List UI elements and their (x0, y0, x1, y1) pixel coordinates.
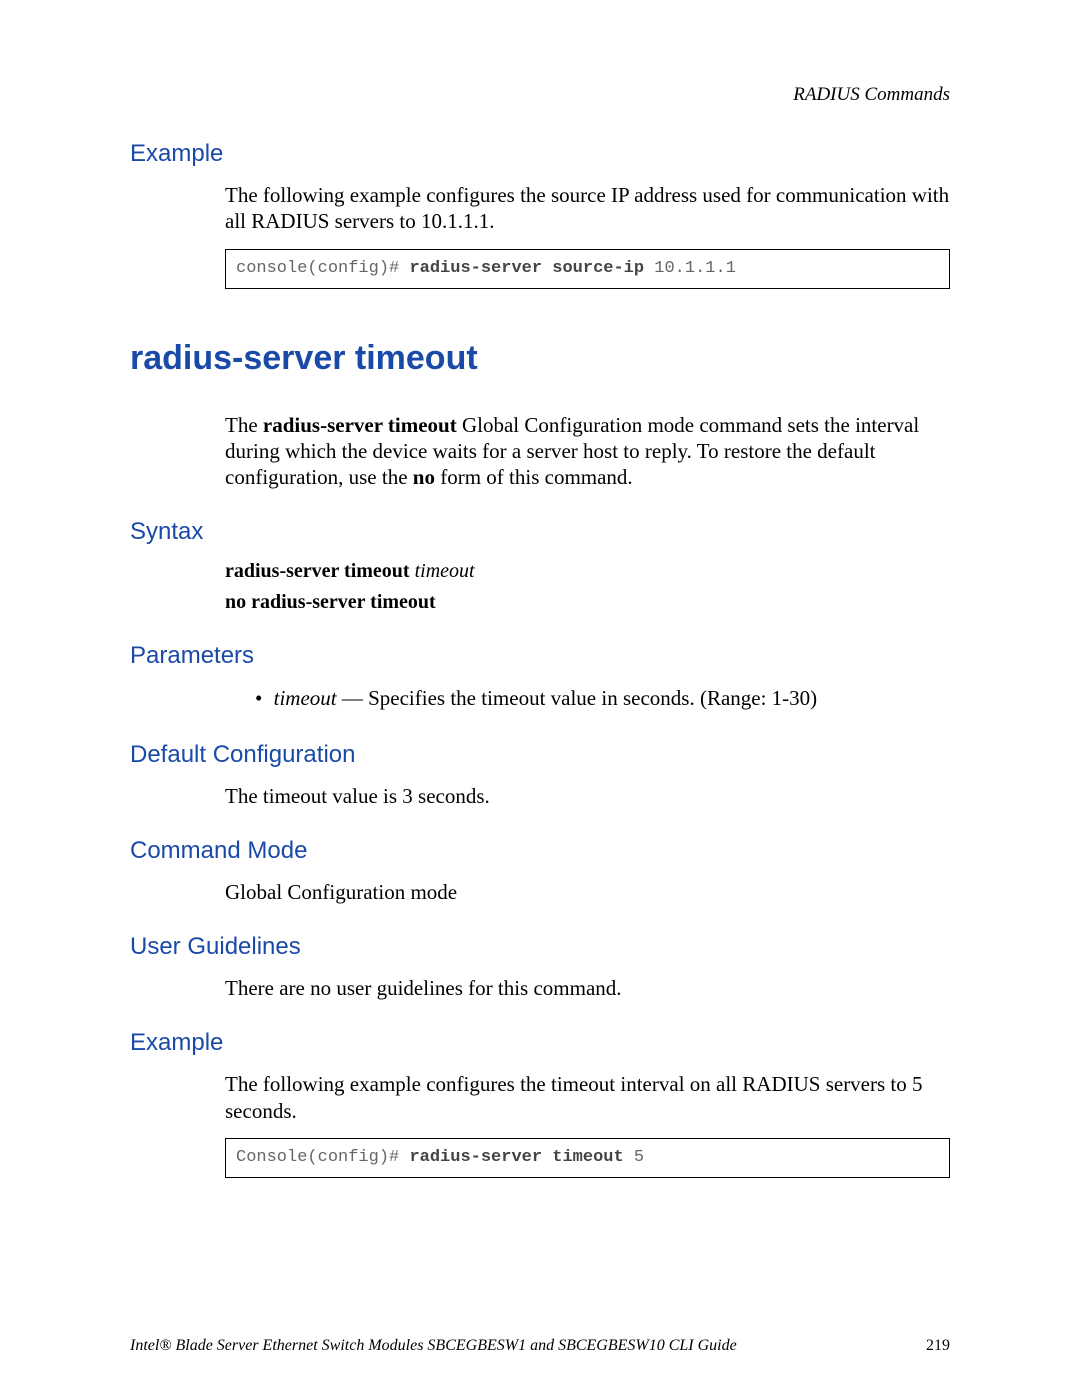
page-number: 219 (926, 1337, 950, 1355)
footer: Intel® Blade Server Ethernet Switch Modu… (130, 1337, 950, 1355)
heading-command-mode: Command Mode (130, 837, 950, 865)
code-example-2: Console(config)# radius-server timeout 5 (225, 1138, 950, 1178)
heading-example-2: Example (130, 1029, 950, 1057)
heading-command-title: radius-server timeout (130, 339, 950, 378)
default-config-text: The timeout value is 3 seconds. (225, 783, 950, 809)
syntax-line-2: no radius-server timeout (225, 591, 950, 614)
heading-parameters: Parameters (130, 642, 950, 670)
footer-title: Intel® Blade Server Ethernet Switch Modu… (130, 1337, 737, 1355)
bullet-icon: • (255, 686, 262, 710)
content: Example The following example configures… (130, 140, 950, 1178)
heading-syntax: Syntax (130, 518, 950, 546)
code-example-1: console(config)# radius-server source-ip… (225, 249, 950, 289)
param-desc: — Specifies the timeout value in seconds… (337, 686, 818, 710)
param-name: timeout (274, 686, 337, 710)
command-mode-text: Global Configuration mode (225, 879, 950, 905)
heading-default-config: Default Configuration (130, 741, 950, 769)
example1-text: The following example configures the sou… (225, 182, 950, 235)
code1-arg: 10.1.1.1 (654, 259, 736, 278)
user-guidelines-text: There are no user guidelines for this co… (225, 975, 950, 1001)
intro-pre: The (225, 413, 263, 437)
syntax1-bold: radius-server timeout (225, 560, 415, 582)
heading-user-guidelines: User Guidelines (130, 933, 950, 961)
header-section: RADIUS Commands (793, 84, 950, 106)
intro-no: no (413, 465, 435, 489)
code2-command: radius-server timeout (409, 1148, 633, 1167)
parameter-item: • timeout — Specifies the timeout value … (255, 684, 950, 712)
example2-text: The following example configures the tim… (225, 1071, 950, 1124)
code1-prompt: console(config)# (236, 259, 409, 278)
syntax2-bold: no radius-server timeout (225, 591, 436, 613)
page: RADIUS Commands Example The following ex… (0, 0, 1080, 1397)
syntax-line-1: radius-server timeout timeout (225, 560, 950, 583)
syntax1-ital: timeout (415, 560, 475, 582)
heading-example-1: Example (130, 140, 950, 168)
intro-cmd: radius-server timeout (263, 413, 457, 437)
command-intro: The radius-server timeout Global Configu… (225, 412, 950, 491)
code1-command: radius-server source-ip (409, 259, 654, 278)
code2-prompt: Console(config)# (236, 1148, 409, 1167)
intro-end: form of this command. (435, 465, 633, 489)
code2-arg: 5 (634, 1148, 644, 1167)
